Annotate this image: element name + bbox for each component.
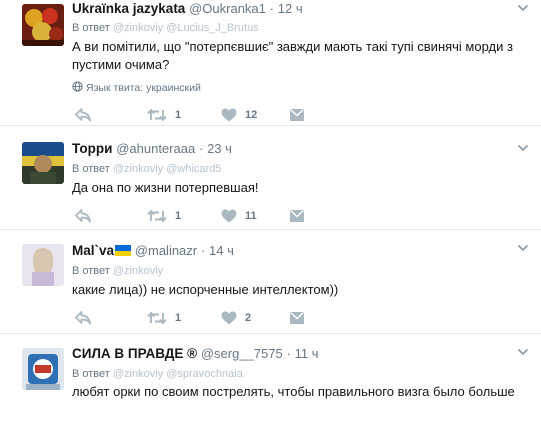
reply-button[interactable]: [75, 310, 91, 326]
like-count: 11: [245, 210, 257, 222]
chevron-down-icon[interactable]: [517, 243, 529, 253]
tweet-text: какие лица)) не испорченные интеллектом)…: [72, 282, 339, 297]
reply-icon: [75, 311, 91, 325]
heart-icon: [221, 311, 237, 325]
reply-mentions[interactable]: @zinkoviy @Lucius_J_Brutus: [113, 22, 259, 34]
display-name[interactable]: Торри: [72, 141, 112, 156]
like-button[interactable]: 2: [221, 310, 251, 326]
like-count: 12: [245, 109, 258, 121]
retweet-count: 1: [175, 210, 182, 222]
reply-mentions[interactable]: @zinkoviy @whicard5: [113, 163, 222, 175]
avatar[interactable]: [22, 142, 64, 184]
chevron-down-icon[interactable]: [517, 143, 529, 153]
separator-dot: ·: [198, 141, 204, 156]
reply-prefix: В ответ: [72, 22, 110, 34]
retweet-button[interactable]: 1: [147, 208, 181, 224]
reply-prefix: В ответ: [72, 265, 110, 277]
retweet-icon: [147, 209, 167, 223]
tweet-actions: 1 2: [72, 310, 372, 326]
display-name[interactable]: СИЛА В ПРАВДЕ ®: [72, 346, 197, 361]
avatar[interactable]: [22, 4, 64, 46]
tweet-header: Торри @ahunteraaa · 23 ч: [72, 140, 511, 158]
reply-icon: [75, 108, 91, 122]
direct-message-button[interactable]: [289, 208, 305, 224]
separator-dot: ·: [286, 346, 291, 361]
tweet-text: Да она по жизни потерпевшая!: [72, 180, 259, 195]
display-name[interactable]: Mal`va: [72, 243, 114, 258]
tweet-header: СИЛА В ПРАВДЕ ® @serg__7575 · 11 ч: [72, 345, 511, 363]
chevron-down-icon[interactable]: [517, 347, 529, 357]
separator-dot: ·: [200, 243, 206, 258]
like-button[interactable]: 11: [221, 208, 257, 224]
chevron-down-icon[interactable]: [517, 3, 529, 13]
reply-prefix: В ответ: [72, 163, 110, 175]
envelope-icon: [289, 209, 305, 223]
tweet-actions: 1 12: [72, 107, 372, 123]
avatar[interactable]: [22, 244, 64, 286]
reply-button[interactable]: [75, 107, 91, 123]
reply-context: В ответ @zinkoviy: [72, 264, 163, 278]
tweet-item[interactable]: Торри @ahunteraaa · 23 ч В ответ @zinkov…: [0, 126, 541, 230]
like-button[interactable]: 12: [221, 107, 257, 123]
reply-icon: [75, 209, 91, 223]
heart-icon: [221, 108, 237, 122]
reply-mentions[interactable]: @zinkoviy @spravochnaia: [113, 368, 243, 380]
direct-message-button[interactable]: [289, 107, 305, 123]
reply-prefix: В ответ: [72, 368, 110, 380]
reply-context: В ответ @zinkoviy @whicard5: [72, 162, 221, 176]
reply-context: В ответ @zinkoviy @spravochnaia: [72, 367, 243, 381]
retweet-count: 1: [175, 312, 182, 324]
ukraine-flag-icon: [115, 245, 132, 256]
heart-icon: [221, 209, 237, 223]
like-count: 2: [245, 312, 252, 324]
retweet-icon: [147, 108, 167, 122]
tweet-text: любят орки по своим пострелять, чтобы пр…: [72, 384, 515, 399]
tweet-item[interactable]: СИЛА В ПРАВДЕ ® @serg__7575 · 11 ч В отв…: [0, 334, 541, 438]
envelope-icon: [289, 108, 305, 122]
user-handle[interactable]: @Oukranka1: [189, 1, 266, 16]
language-label: Язык твита: украинский: [86, 82, 201, 94]
globe-icon: [72, 81, 83, 92]
user-handle[interactable]: @ahunteraaa: [116, 141, 195, 156]
timestamp[interactable]: 12 ч: [278, 1, 303, 16]
envelope-icon: [289, 311, 305, 325]
reply-button[interactable]: [75, 208, 91, 224]
user-handle[interactable]: @malinazr: [135, 243, 197, 258]
retweet-icon: [147, 311, 167, 325]
avatar[interactable]: [22, 348, 64, 390]
tweet-text: А ви помітили, що "потерпєвшиє" завжди м…: [72, 39, 513, 72]
timestamp[interactable]: 23 ч: [207, 141, 232, 156]
retweet-button[interactable]: 1: [147, 310, 181, 326]
reply-mentions[interactable]: @zinkoviy: [113, 265, 163, 277]
timestamp[interactable]: 11 ч: [295, 346, 319, 361]
tweet-item[interactable]: Ukraïnka jazykata @Oukranka1 · 12 ч В от…: [0, 0, 541, 126]
timestamp[interactable]: 14 ч: [209, 243, 234, 258]
user-handle[interactable]: @serg__7575: [201, 346, 283, 361]
replies-feed: Ukraïnka jazykata @Oukranka1 · 12 ч В от…: [0, 0, 541, 438]
direct-message-button[interactable]: [289, 310, 305, 326]
tweet-header: Ukraïnka jazykata @Oukranka1 · 12 ч: [72, 0, 511, 18]
display-name[interactable]: Ukraïnka jazykata: [72, 1, 185, 16]
reply-context: В ответ @zinkoviy @Lucius_J_Brutus: [72, 21, 259, 35]
retweet-count: 1: [175, 109, 182, 121]
language-note: Язык твита: украинский: [72, 81, 201, 95]
tweet-header: Mal`va @malinazr · 14 ч: [72, 242, 511, 260]
tweet-item[interactable]: Mal`va @malinazr · 14 ч В ответ @zinkovi…: [0, 230, 541, 334]
separator-dot: ·: [269, 1, 274, 16]
retweet-button[interactable]: 1: [147, 107, 181, 123]
tweet-actions: 1 11: [72, 208, 372, 224]
